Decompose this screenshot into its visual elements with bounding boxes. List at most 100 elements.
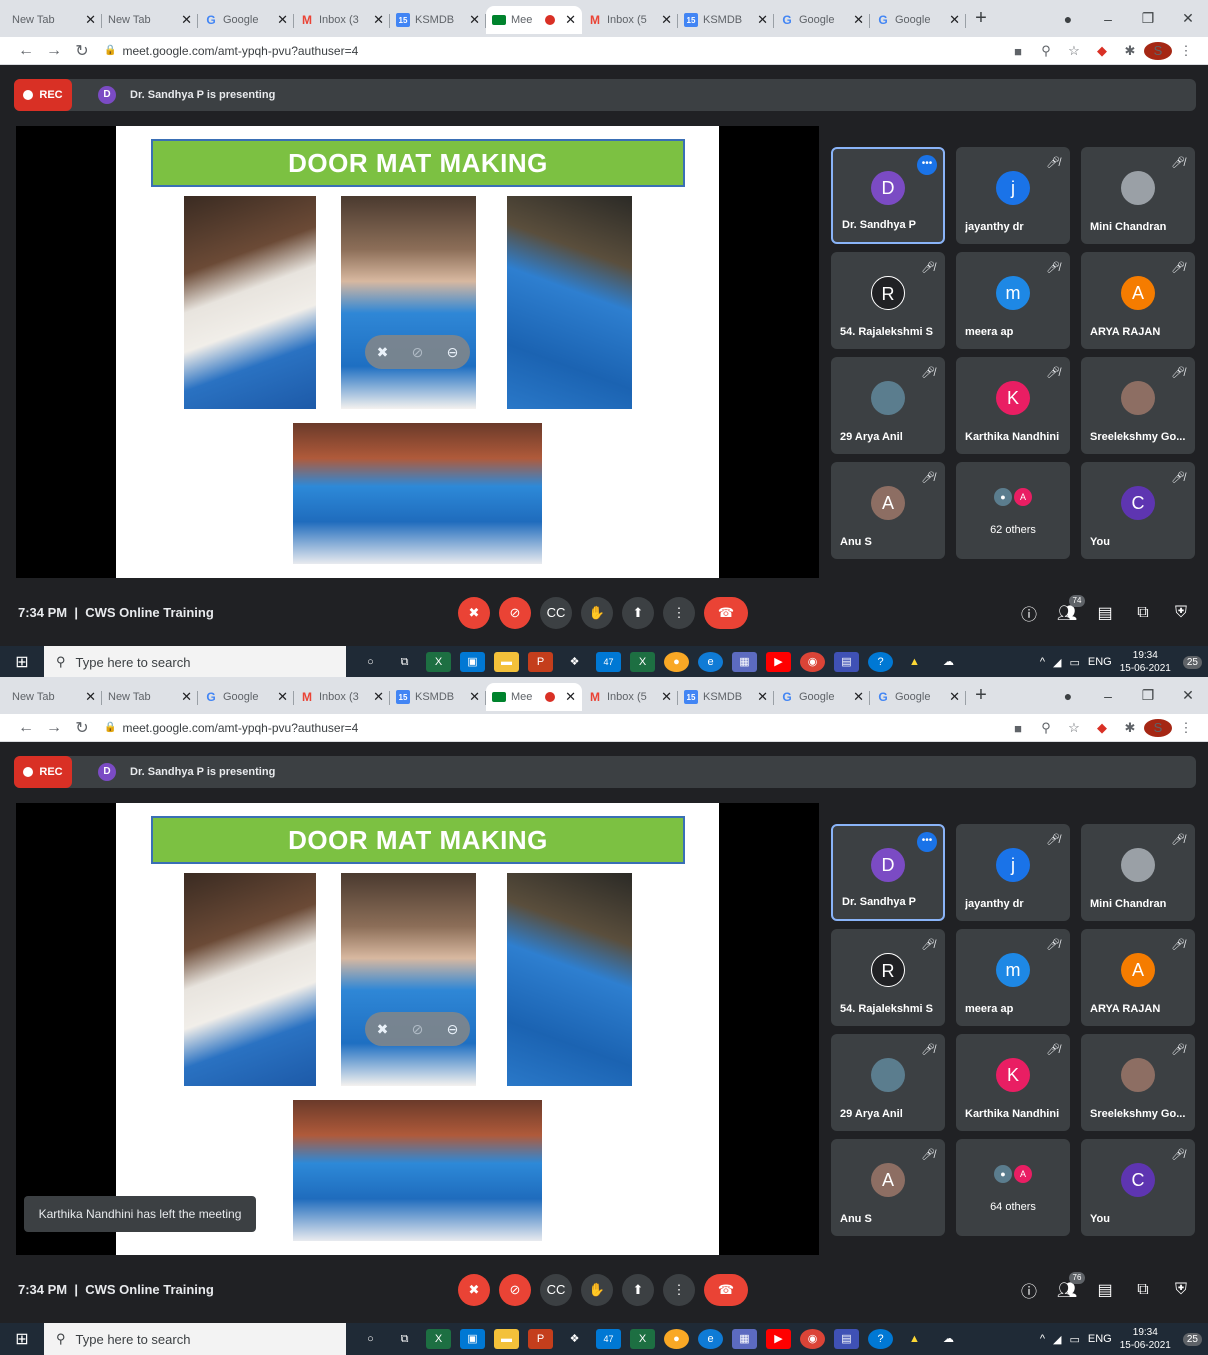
app-icon[interactable]: ▦ [732, 1329, 757, 1349]
mute-icon[interactable]: ⊘ [412, 1021, 424, 1038]
youtube-icon[interactable]: ▶ [766, 1329, 791, 1349]
file-explorer-icon[interactable]: ▬ [494, 652, 519, 672]
browser-tab[interactable]: M Inbox (5 ✕ [582, 683, 678, 711]
mail-app-icon[interactable]: 47 [596, 1329, 621, 1349]
battery-icon[interactable]: ▭ [1069, 1333, 1079, 1346]
meeting-details-icon[interactable]: ⓘ [1010, 601, 1048, 625]
close-tab-icon[interactable]: ✕ [757, 689, 768, 705]
file-explorer-icon[interactable]: ▬ [494, 1329, 519, 1349]
chat-icon[interactable]: ▤ [1086, 603, 1124, 623]
powerpoint-app-icon[interactable]: P [528, 652, 553, 672]
store-app-icon[interactable]: ▣ [460, 1329, 485, 1349]
new-tab-button[interactable]: + [966, 7, 996, 30]
zoom-icon[interactable]: ⚲ [1032, 43, 1060, 59]
close-tab-icon[interactable]: ✕ [853, 689, 864, 705]
pin-icon[interactable]: ✖ [377, 1021, 389, 1038]
participant-tile[interactable]: Mini Chandran 🎤︎̸ [1081, 824, 1195, 921]
participant-tile[interactable]: 29 Arya Anil 🎤︎̸ [831, 357, 945, 454]
browser-tab[interactable]: G Google ✕ [870, 683, 966, 711]
browser-tab[interactable]: New Tab ✕ [102, 683, 198, 711]
participant-tile[interactable]: C You 🎤︎̸ [1081, 1139, 1195, 1236]
youtube-icon[interactable]: ▶ [766, 652, 791, 672]
mic-toggle-button[interactable]: ✖ [458, 597, 490, 629]
excel-app-icon[interactable]: X [630, 1329, 655, 1349]
notifications-icon[interactable]: 25 [1182, 1332, 1202, 1346]
wifi-icon[interactable]: ◢ [1053, 1333, 1061, 1346]
close-window-button[interactable]: ✕ [1168, 687, 1208, 704]
participant-tile[interactable]: K Karthika Nandhini 🎤︎̸ [956, 357, 1070, 454]
browser-tab[interactable]: 15 KSMDB ✕ [678, 683, 774, 711]
profile-avatar[interactable]: S [1144, 719, 1172, 737]
edge-browser-icon[interactable]: e [698, 1329, 723, 1349]
close-tab-icon[interactable]: ✕ [181, 12, 192, 28]
mic-toggle-button[interactable]: ✖ [458, 1274, 490, 1306]
participant-tile[interactable]: A ARYA RAJAN 🎤︎̸ [1081, 929, 1195, 1026]
more-options-icon[interactable]: ••• [917, 155, 937, 175]
browser-tab[interactable]: New Tab ✕ [6, 6, 102, 34]
close-tab-icon[interactable]: ✕ [661, 689, 672, 705]
language-indicator[interactable]: ENG [1088, 656, 1112, 668]
mail-app-icon[interactable]: 47 [596, 652, 621, 672]
participant-tile[interactable]: K Karthika Nandhini 🎤︎̸ [956, 1034, 1070, 1131]
cortana-icon[interactable]: ○ [358, 1329, 383, 1349]
mute-icon[interactable]: ⊘ [412, 344, 424, 361]
dropbox-icon[interactable]: ❖ [562, 652, 587, 672]
minimize-button[interactable]: – [1088, 688, 1128, 704]
extension-icon[interactable]: ◆ [1088, 720, 1116, 736]
close-tab-icon[interactable]: ✕ [181, 689, 192, 705]
browser-tab[interactable]: M Inbox (3 ✕ [294, 6, 390, 34]
app-icon[interactable]: ● [664, 1329, 689, 1349]
back-icon[interactable]: ← [12, 42, 40, 60]
new-tab-button[interactable]: + [966, 684, 996, 707]
meeting-details-icon[interactable]: ⓘ [1010, 1278, 1048, 1302]
chrome-browser-icon[interactable]: ◉ [800, 1329, 825, 1349]
browser-tab[interactable]: M Inbox (5 ✕ [582, 6, 678, 34]
browser-tab[interactable]: New Tab ✕ [6, 683, 102, 711]
raise-hand-button[interactable]: ✋ [581, 597, 613, 629]
cortana-icon[interactable]: ○ [358, 652, 383, 672]
browser-tab[interactable]: G Google ✕ [774, 6, 870, 34]
restore-button[interactable]: ❐ [1128, 10, 1168, 27]
recording-indicator[interactable]: REC [14, 756, 72, 788]
url-field[interactable]: meet.google.com/amt-ypqh-pvu?authuser=4 [122, 44, 358, 58]
participant-tile[interactable]: Sreelekshmy Go... 🎤︎̸ [1081, 357, 1195, 454]
remove-icon[interactable]: ⊖ [447, 344, 459, 361]
participant-tile[interactable]: A Anu S 🎤︎̸ [831, 462, 945, 559]
browser-tab[interactable]: G Google ✕ [198, 683, 294, 711]
excel-app-icon[interactable]: X [630, 652, 655, 672]
browser-tab[interactable]: New Tab ✕ [102, 6, 198, 34]
browser-tab[interactable]: Mee ✕ [486, 683, 582, 711]
captions-button[interactable]: CC [540, 1274, 572, 1306]
tray-chevron-icon[interactable]: ^ [1040, 656, 1045, 668]
more-options-icon[interactable]: ••• [917, 832, 937, 852]
close-tab-icon[interactable]: ✕ [469, 12, 480, 28]
profile-menu-icon[interactable]: ● [1048, 688, 1088, 704]
browser-tab[interactable]: Mee ✕ [486, 6, 582, 34]
battery-icon[interactable]: ▭ [1069, 656, 1079, 669]
participant-tile[interactable]: j jayanthy dr 🎤︎̸ [956, 147, 1070, 244]
participant-tile[interactable]: C You 🎤︎̸ [1081, 462, 1195, 559]
participant-tile[interactable]: m meera ap 🎤︎̸ [956, 252, 1070, 349]
clock[interactable]: 19:34 15-06-2021 [1120, 1326, 1171, 1352]
more-options-button[interactable]: ⋮ [663, 597, 695, 629]
wifi-icon[interactable]: ◢ [1053, 656, 1061, 669]
extensions-puzzle-icon[interactable]: ✱ [1116, 720, 1144, 736]
participant-tile[interactable]: D Dr. Sandhya P ••• [831, 824, 945, 921]
close-tab-icon[interactable]: ✕ [469, 689, 480, 705]
participant-tile[interactable]: ● A 64 others [956, 1139, 1070, 1236]
participant-tile[interactable]: j jayanthy dr 🎤︎̸ [956, 824, 1070, 921]
app-icon[interactable]: ▤ [834, 1329, 859, 1349]
participant-tile[interactable]: R 54. Rajalekshmi S 🎤︎̸ [831, 929, 945, 1026]
app-icon[interactable]: ☁ [936, 1329, 961, 1349]
camera-toggle-button[interactable]: ⊘ [499, 597, 531, 629]
notifications-icon[interactable]: 25 [1182, 655, 1202, 669]
pin-icon[interactable]: ✖ [377, 344, 389, 361]
participant-tile[interactable]: R 54. Rajalekshmi S 🎤︎̸ [831, 252, 945, 349]
remove-icon[interactable]: ⊖ [447, 1021, 459, 1038]
forward-icon[interactable]: → [40, 42, 68, 60]
app-icon[interactable]: ☁ [936, 652, 961, 672]
menu-kebab-icon[interactable]: ⋮ [1172, 720, 1200, 736]
back-icon[interactable]: ← [12, 719, 40, 737]
menu-kebab-icon[interactable]: ⋮ [1172, 43, 1200, 59]
url-field[interactable]: meet.google.com/amt-ypqh-pvu?authuser=4 [122, 721, 358, 735]
